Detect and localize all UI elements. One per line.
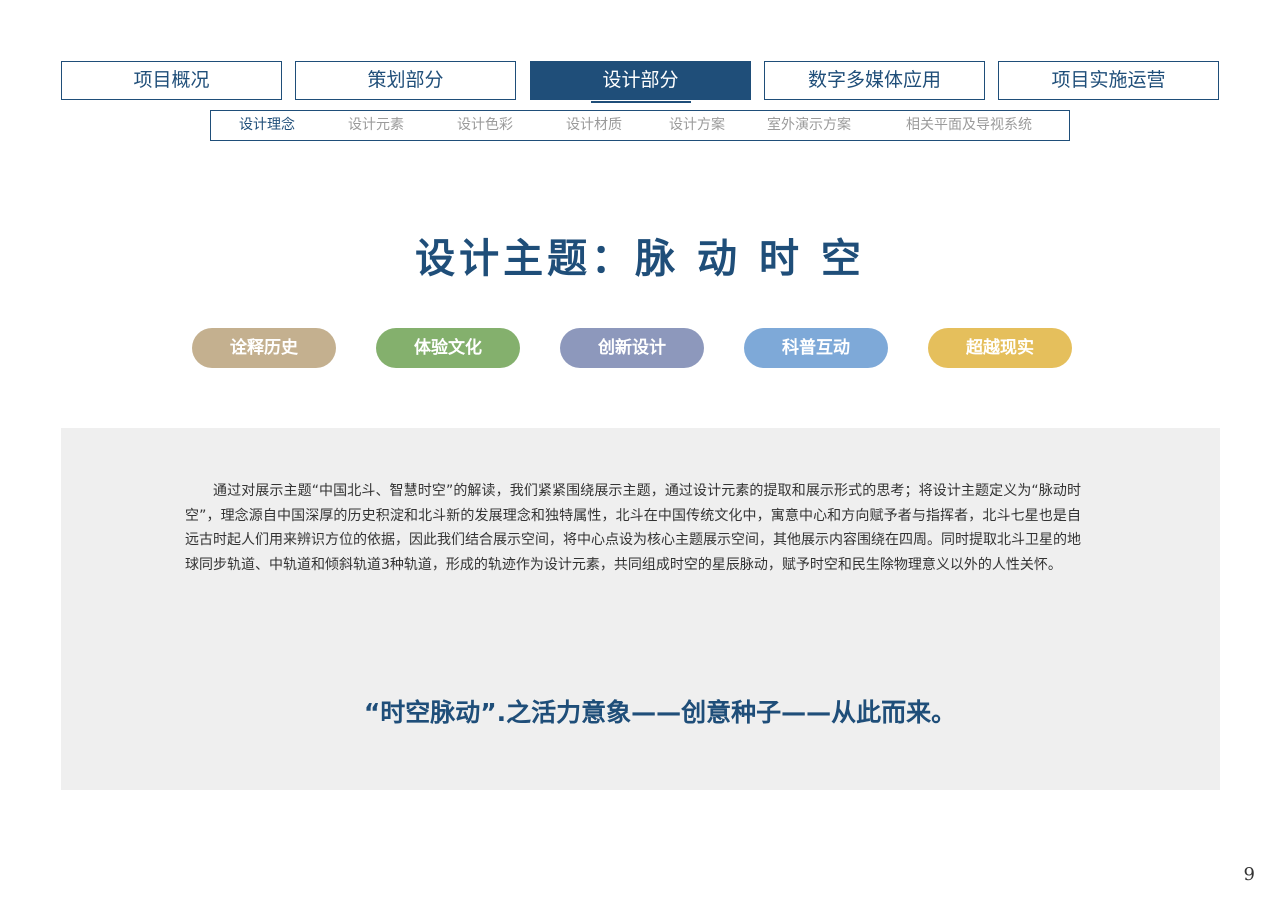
sub-tab-bar: 设计理念 设计元素 设计色彩 设计材质 设计方案 室外演示方案 相关平面及导视系… <box>210 110 1070 141</box>
pill-label: 超越现实 <box>966 338 1034 358</box>
pill-label: 体验文化 <box>414 338 482 358</box>
sub-tab-design-scheme[interactable]: 设计方案 <box>669 111 725 140</box>
pill-label: 诠释历史 <box>230 338 298 358</box>
tab-label: 设计部分 <box>602 69 679 91</box>
page-title: 设计主题：脉 动 时 空 <box>415 236 865 282</box>
sub-tab-graphics-signage[interactable]: 相关平面及导视系统 <box>906 111 1032 140</box>
tab-label: 项目实施运营 <box>1051 69 1166 91</box>
page-number: 9 <box>1243 864 1255 885</box>
pill-label: 科普互动 <box>782 338 850 358</box>
pill-interpret-history: 诠释历史 <box>192 328 336 368</box>
sub-tab-outdoor-scheme[interactable]: 室外演示方案 <box>767 111 851 140</box>
tab-digital-multimedia[interactable]: 数字多媒体应用 <box>764 61 985 100</box>
tab-design[interactable]: 设计部分 <box>530 61 751 103</box>
pill-science-interaction: 科普互动 <box>744 328 888 368</box>
sub-tab-design-colors[interactable]: 设计色彩 <box>457 111 513 140</box>
tab-label: 项目概况 <box>133 69 210 91</box>
sub-tab-design-materials[interactable]: 设计材质 <box>566 111 622 140</box>
pill-experience-culture: 体验文化 <box>376 328 520 368</box>
tab-label: 数字多媒体应用 <box>807 69 941 91</box>
active-tab-underline <box>591 101 691 103</box>
tagline: “时空脉动”.之活力意象——创意种子——从此而来。 <box>363 698 957 727</box>
design-concept-paragraph: 通过对展示主题“中国北斗、智慧时空”的解读，我们紧紧围绕展示主题，通过设计元素的… <box>185 483 1081 573</box>
pill-beyond-reality: 超越现实 <box>928 328 1072 368</box>
tab-planning[interactable]: 策划部分 <box>295 61 516 100</box>
sub-tab-design-concept[interactable]: 设计理念 <box>239 111 295 140</box>
tab-project-overview[interactable]: 项目概况 <box>61 61 282 100</box>
tab-label: 策划部分 <box>367 69 444 91</box>
sub-tab-design-elements[interactable]: 设计元素 <box>348 111 404 140</box>
tab-project-operation[interactable]: 项目实施运营 <box>998 61 1219 100</box>
pill-label: 创新设计 <box>598 338 666 358</box>
pill-innovative-design: 创新设计 <box>560 328 704 368</box>
main-tab-bar: 项目概况 策划部分 设计部分 数字多媒体应用 项目实施运营 <box>61 61 1220 103</box>
